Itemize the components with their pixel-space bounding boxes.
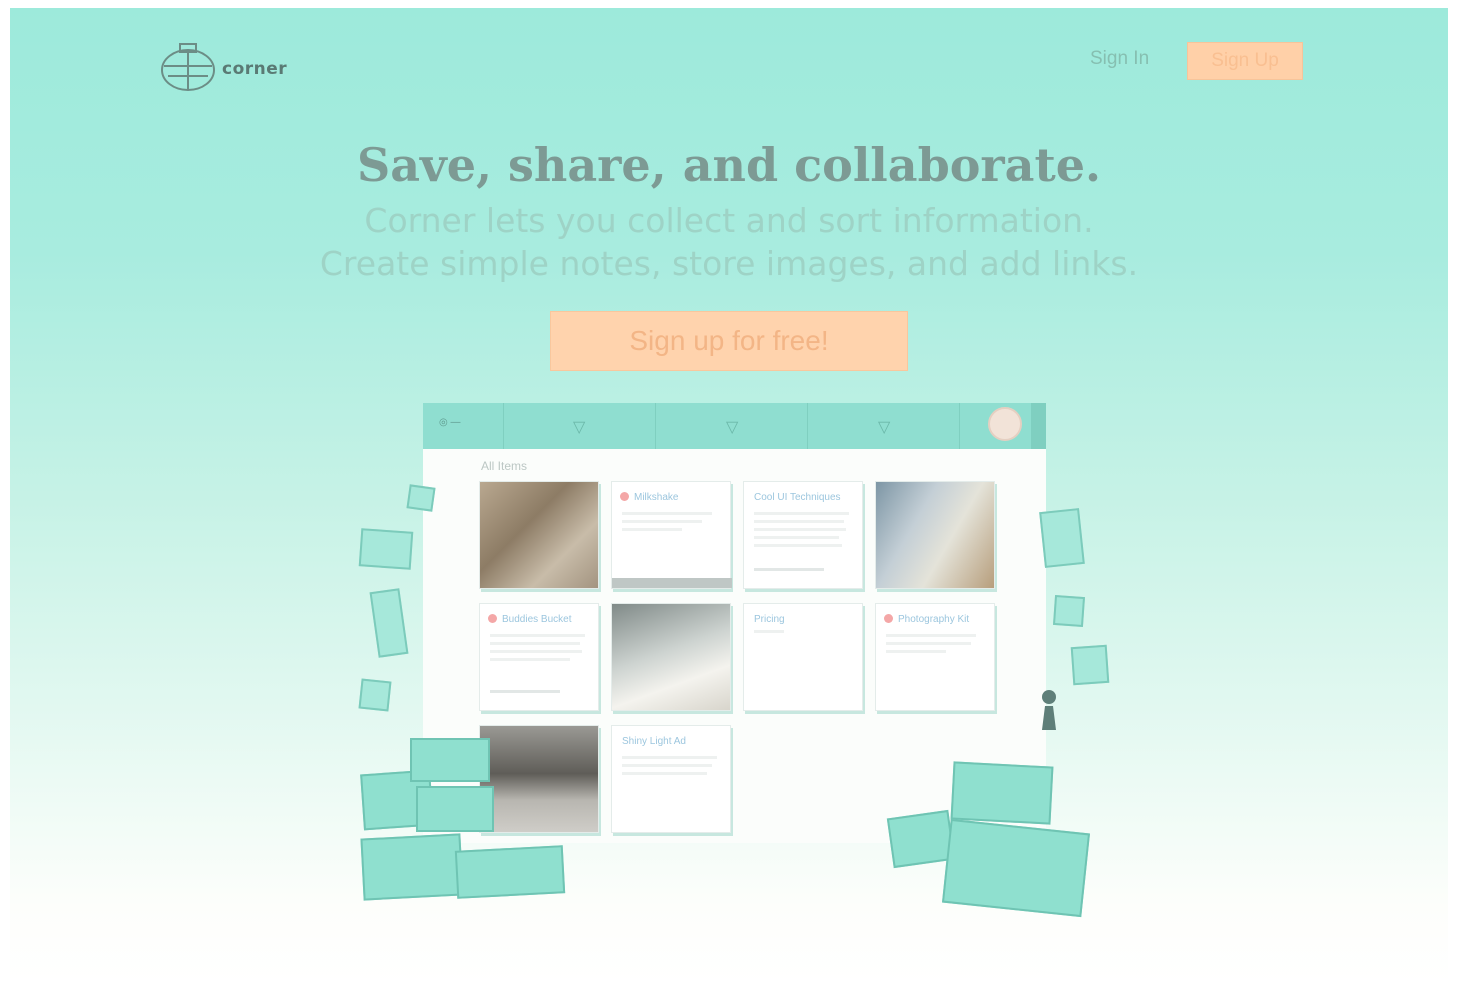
card-title: Photography Kit [898,614,970,625]
floating-card-illustration [1039,508,1085,568]
floating-card-illustration [1070,644,1110,686]
preview-note-card: Pricing [743,603,863,711]
app-preview-logo-icon: ◎ — [439,417,461,428]
card-title: Milkshake [634,492,679,503]
floating-card-illustration [358,678,392,712]
corner-logo-icon [161,43,215,91]
preview-image-card [611,603,731,711]
box-illustration [360,833,464,901]
card-title: Buddies Bucket [502,614,572,625]
avatar [988,407,1022,441]
app-preview-toolbar: ◎ — ▽ ▽ ▽ [423,403,1046,449]
note-dot-icon [884,614,893,623]
preview-note-card: Milkshake [611,481,732,589]
toolbar-end [1031,403,1046,449]
card-title: Cool UI Techniques [754,492,841,503]
filter-icon: ▽ [726,419,739,436]
floating-card-illustration [1052,594,1086,628]
logo-text: corner [222,59,288,79]
sign-up-free-button[interactable]: Sign up for free! [550,311,908,371]
card-title: Pricing [754,614,785,625]
card-title: Shiny Light Ad [622,736,686,747]
hero-title: Save, share, and collaborate. [356,138,1102,192]
box-illustration [941,818,1091,918]
floating-card-illustration [358,528,414,570]
note-dot-icon [620,492,629,501]
floating-card-illustration [406,484,436,512]
hero-subtitle-line-2: Create simple notes, store images, and a… [319,244,1139,283]
note-dot-icon [488,614,497,623]
box-illustration [950,761,1054,825]
sign-in-link[interactable]: Sign In [1090,48,1149,70]
preview-note-card: Buddies Bucket [479,603,599,711]
filter-icon: ▽ [878,419,891,436]
sign-up-button[interactable]: Sign Up [1187,42,1303,80]
box-illustration [410,738,490,782]
box-illustration [416,786,494,832]
pawn-icon [1042,690,1056,730]
preview-note-card: Cool UI Techniques [743,481,863,589]
hero-subtitle-line-1: Corner lets you collect and sort informa… [364,201,1094,240]
preview-image-card [875,481,995,589]
filter-icon: ▽ [573,419,586,436]
preview-image-card [479,725,599,833]
preview-image-card [479,481,599,589]
app-preview-section-label: All Items [481,459,528,473]
corner-logo[interactable]: corner [158,42,287,96]
preview-note-card: Shiny Light Ad [611,725,731,833]
box-illustration [454,845,566,899]
box-illustration [886,809,956,869]
preview-note-card: Photography Kit [875,603,995,711]
